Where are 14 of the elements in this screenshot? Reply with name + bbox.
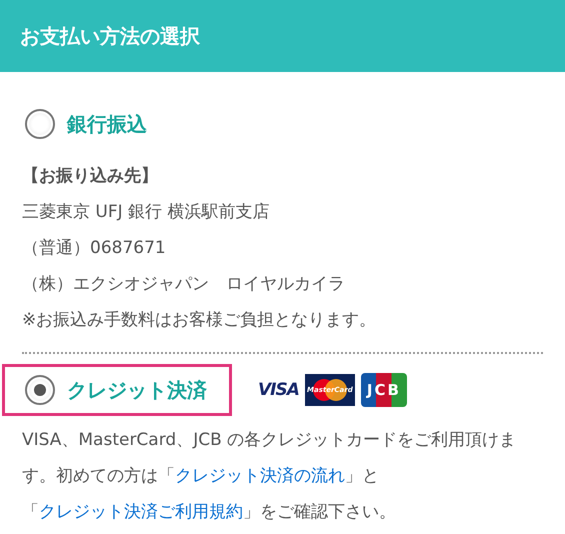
text-link[interactable]: クレジット決済の流れ [175,466,345,486]
text-link[interactable]: クレジット決済ご利用規約 [39,502,243,522]
info-heading: 【お振り込み先】 [22,165,159,188]
info-text: ※お振込み手数料はお客様ご負担となります。 [22,309,378,332]
section-header: お支払い方法の選択 [0,0,565,72]
radio-button[interactable] [25,375,55,405]
visa-logo: VISA [258,380,299,400]
payment-option[interactable]: クレジット決済 [2,364,232,416]
payment-option[interactable]: 銀行振込 [2,98,172,150]
info-text: 三菱東京 UFJ 銀行 横浜駅前支店 [22,201,270,224]
description-text: VISA、MasterCard、JCB の各クレジットカードをご利用頂けます。初めての方は「クレジット決済の流れ」と「クレジット決済ご利用規約」をご確認下さい。 [22,429,518,524]
info-text: （普通）0687671 [22,237,167,260]
radio-button[interactable] [25,109,55,139]
info-text: （株）エクシオジャパン ロイヤルカイラ [22,273,346,296]
